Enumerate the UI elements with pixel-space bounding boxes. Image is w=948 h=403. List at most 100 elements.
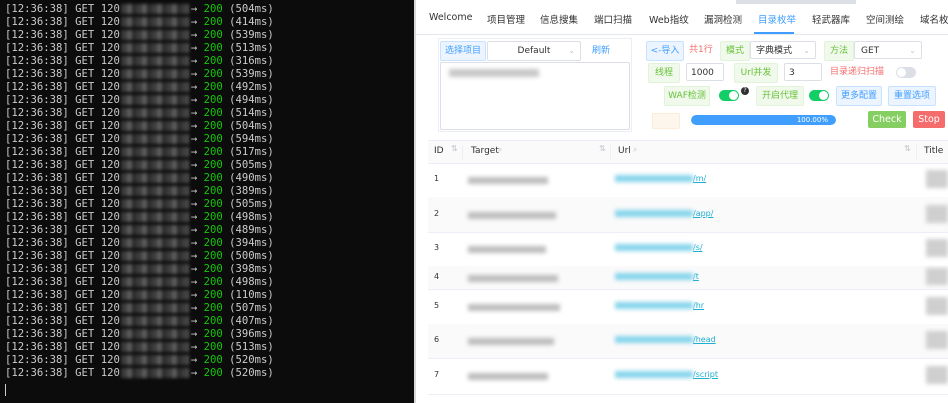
- tab-domain-enum[interactable]: 域名枚: [920, 12, 948, 26]
- row-url-path[interactable]: /head: [693, 335, 716, 344]
- reset-options-button[interactable]: 重置选项: [888, 86, 936, 106]
- table-row[interactable]: 1/m/: [428, 163, 948, 198]
- table-row[interactable]: 3/s/: [428, 232, 948, 267]
- terminal-cursor: [5, 384, 6, 396]
- results-table-header: ID ⇅ Target ⌕ ⇅ Url ⌕ ⇅ Title: [428, 140, 948, 164]
- log-status: 200: [203, 211, 223, 223]
- search-icon[interactable]: ⌕: [498, 145, 502, 155]
- arrow-icon: →: [190, 289, 198, 301]
- log-duration: (513ms): [229, 341, 274, 353]
- arrow-icon: →: [190, 81, 198, 93]
- log-status: 200: [203, 263, 223, 275]
- project-select[interactable]: Default ⌄: [487, 41, 581, 61]
- row-url-link[interactable]: /m/: [615, 174, 706, 183]
- log-status: 200: [203, 198, 223, 210]
- row-url-link[interactable]: /script: [615, 370, 718, 379]
- arrow-icon: →: [190, 315, 198, 327]
- log-time: [12:36:38]: [5, 289, 69, 301]
- help-icon[interactable]: ?: [741, 87, 749, 95]
- terminal-line: [12:36:38] GET 120 → 200 (110ms): [5, 289, 274, 302]
- redacted-url-host: [615, 336, 693, 343]
- table-row[interactable]: 2/app/: [428, 197, 948, 233]
- terminal-line: [12:36:38] GET 120 → 200 (500ms): [5, 250, 274, 263]
- arrow-icon: →: [190, 250, 198, 262]
- tab-info-gathering[interactable]: 信息搜集: [540, 12, 578, 26]
- column-divider[interactable]: [610, 145, 611, 159]
- terminal-line: [12:36:38] GET 120 → 200 (520ms): [5, 354, 274, 367]
- redacted-host: [120, 160, 189, 170]
- terminal-line: [12:36:38] GET 120 → 200 (396ms): [5, 328, 274, 341]
- row-url-link[interactable]: /t: [615, 272, 699, 281]
- tab-web-fingerprint[interactable]: Web指纹: [649, 12, 689, 26]
- method-select[interactable]: GET ⌄: [854, 41, 922, 59]
- sort-icon[interactable]: ⇅: [904, 144, 911, 153]
- row-url-link[interactable]: /app/: [615, 209, 713, 218]
- col-target[interactable]: Target: [471, 146, 499, 156]
- row-url-path[interactable]: /t: [693, 272, 699, 281]
- table-row[interactable]: 5/hr: [428, 289, 948, 325]
- log-duration: (539ms): [229, 68, 274, 80]
- log-status: 200: [203, 120, 223, 132]
- row-url-path[interactable]: /s/: [693, 243, 703, 252]
- arrow-icon: →: [190, 354, 198, 366]
- arrow-icon: →: [190, 42, 198, 54]
- stop-button[interactable]: Stop: [913, 111, 945, 128]
- terminal-line: [12:36:38] GET 120 → 200 (513ms): [5, 341, 274, 354]
- log-status: 200: [203, 250, 223, 262]
- row-url-link[interactable]: /head: [615, 335, 716, 344]
- row-url-path[interactable]: /app/: [693, 209, 713, 218]
- proxy-toggle[interactable]: [809, 90, 829, 101]
- refresh-button[interactable]: 刷新: [587, 41, 615, 61]
- log-duration: (494ms): [229, 94, 274, 106]
- table-row[interactable]: 7/script: [428, 358, 948, 395]
- table-row[interactable]: 6/head: [428, 324, 948, 359]
- log-method: GET: [75, 3, 95, 15]
- row-url-path[interactable]: /m/: [693, 174, 706, 183]
- waf-detect-toggle[interactable]: [719, 90, 739, 101]
- log-method: GET: [75, 276, 95, 288]
- col-id[interactable]: ID: [434, 146, 444, 156]
- url-concurrency-input[interactable]: 3: [784, 63, 822, 81]
- threads-input[interactable]: 1000: [686, 63, 724, 81]
- mode-select[interactable]: 字典模式 ⌄: [750, 41, 816, 59]
- tab-port-scan[interactable]: 端口扫描: [594, 12, 632, 26]
- recursive-scan-toggle[interactable]: [896, 67, 916, 78]
- terminal-line: [12:36:38] GET 120 → 200 (539ms): [5, 29, 274, 42]
- row-id: 1: [434, 174, 440, 183]
- sort-icon[interactable]: ⇅: [599, 144, 606, 153]
- tab-space-mapping[interactable]: 空间测绘: [866, 12, 904, 26]
- terminal-line: [12:36:38] GET 120 → 200 (498ms): [5, 276, 274, 289]
- col-url[interactable]: Url: [618, 146, 631, 156]
- select-project-button[interactable]: 选择项目: [440, 41, 486, 61]
- column-divider[interactable]: [462, 145, 463, 159]
- row-url-link[interactable]: /s/: [615, 243, 703, 252]
- arrow-icon: →: [190, 120, 198, 132]
- import-button[interactable]: <-导入: [646, 41, 684, 61]
- sort-icon[interactable]: ⇅: [451, 144, 458, 153]
- log-method: GET: [75, 146, 95, 158]
- tab-project-management[interactable]: 项目管理: [487, 12, 525, 26]
- table-row[interactable]: 4/t: [428, 266, 948, 290]
- arrow-icon: →: [190, 68, 198, 80]
- log-method: GET: [75, 29, 95, 41]
- tab-light-weapons[interactable]: 轻武器库: [812, 12, 850, 26]
- row-url-path[interactable]: /hr: [693, 301, 704, 310]
- log-method: GET: [75, 354, 95, 366]
- column-divider[interactable]: [916, 145, 917, 159]
- arrow-icon: →: [190, 263, 198, 275]
- tab-vuln-detect[interactable]: 漏洞检测: [704, 12, 742, 26]
- log-time: [12:36:38]: [5, 341, 69, 353]
- row-url-link[interactable]: /hr: [615, 301, 704, 310]
- search-icon[interactable]: ⌕: [633, 145, 637, 155]
- tab-dir-enum[interactable]: 目录枚举: [758, 12, 796, 26]
- tab-welcome[interactable]: Welcome: [429, 12, 472, 23]
- targets-textarea[interactable]: [440, 62, 630, 130]
- log-host-prefix: 120: [100, 354, 120, 366]
- row-url-path[interactable]: /script: [693, 370, 718, 379]
- col-title[interactable]: Title: [924, 146, 943, 156]
- log-status: 200: [203, 159, 223, 171]
- more-config-button[interactable]: 更多配置: [836, 86, 882, 106]
- log-method: GET: [75, 367, 95, 379]
- check-button[interactable]: Check: [868, 111, 906, 128]
- log-duration: (520ms): [229, 367, 274, 379]
